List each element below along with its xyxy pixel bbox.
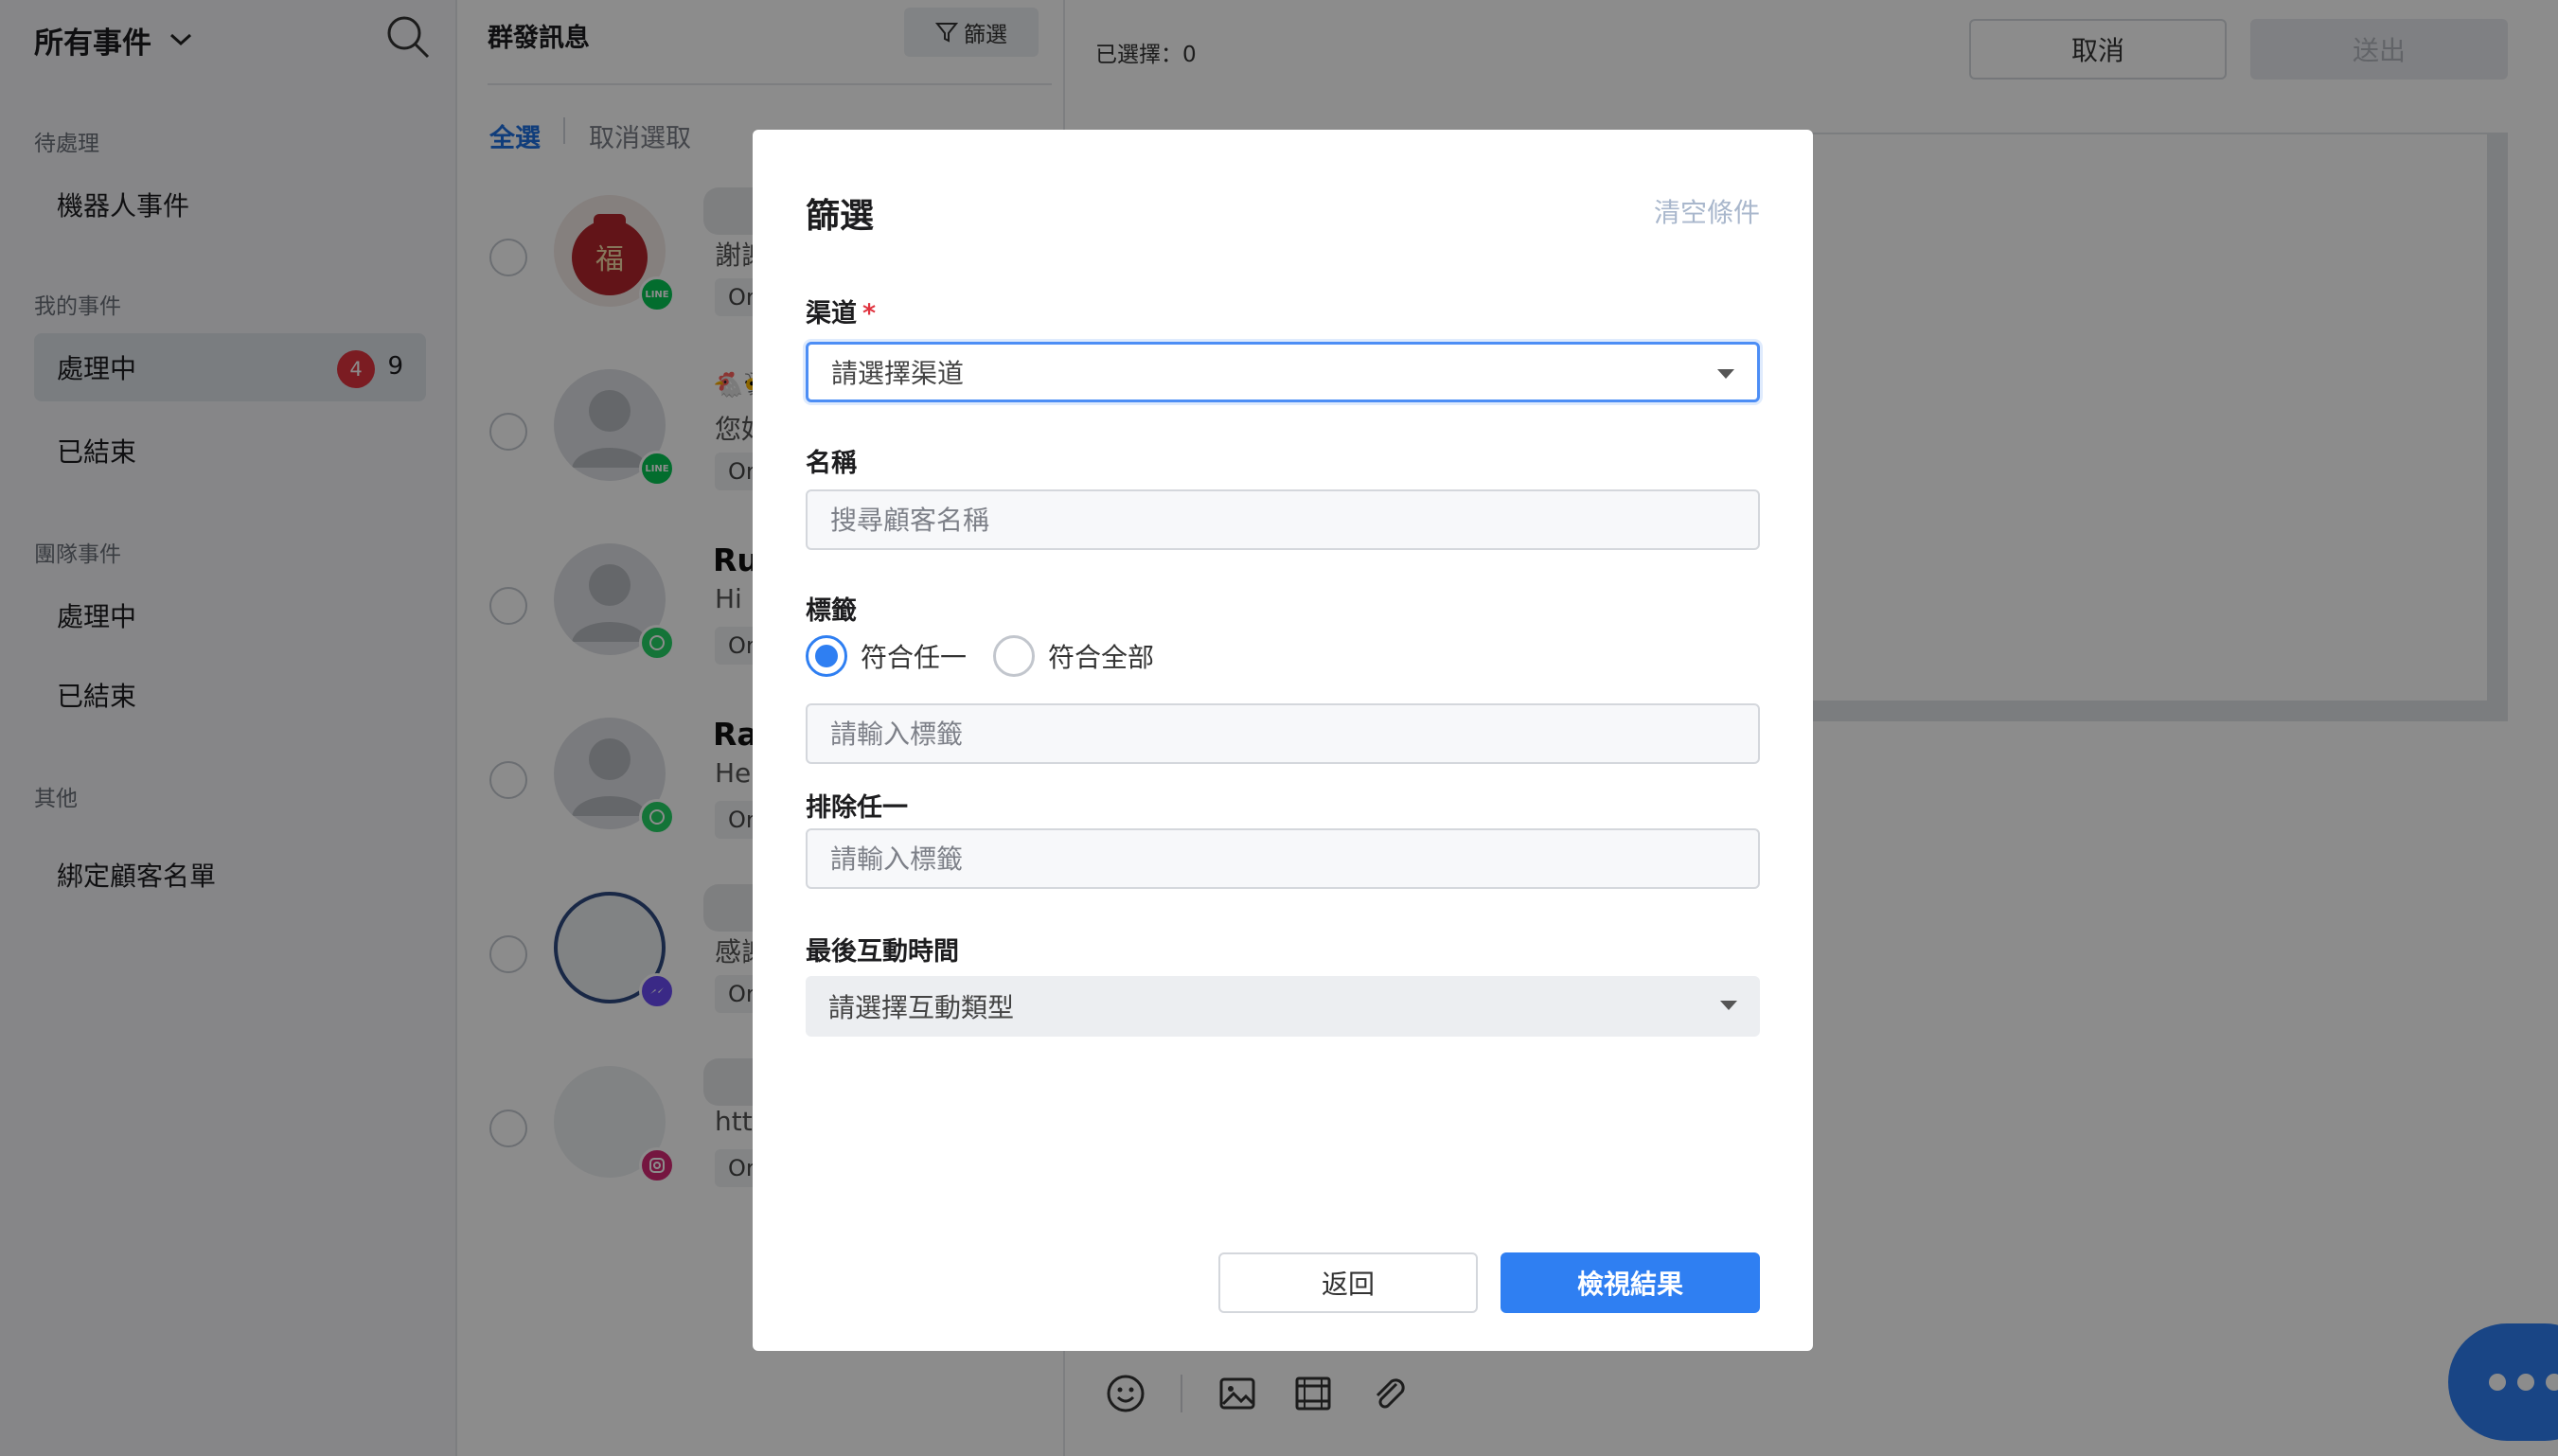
view-results-button[interactable]: 檢視結果 xyxy=(1501,1252,1760,1313)
channel-label: 渠道 * xyxy=(806,293,876,329)
channel-label-text: 渠道 xyxy=(806,299,857,328)
radio-unchecked[interactable] xyxy=(993,635,1036,677)
exclude-tag-input[interactable] xyxy=(806,828,1760,889)
interaction-type-select[interactable]: 請選擇互動類型 xyxy=(806,976,1760,1037)
tag-label: 標籤 xyxy=(806,596,857,626)
tag-input[interactable] xyxy=(806,703,1760,764)
customer-name-input[interactable] xyxy=(806,489,1760,550)
filter-dialog: 篩選 清空條件 渠道* 請選擇渠道 名稱 標籤 符合任一 符合全部 排除任一 最… xyxy=(753,130,1813,1351)
exclude-label: 排除任一 xyxy=(806,793,908,823)
radio-checked[interactable] xyxy=(806,635,847,677)
required-mark: * xyxy=(862,299,877,328)
clear-conditions-link[interactable]: 清空條件 xyxy=(1654,192,1760,230)
tag-match-mode: 符合任一 符合全部 xyxy=(806,635,1154,677)
caret-down-icon xyxy=(1717,369,1734,379)
last-interaction-label: 最後互動時間 xyxy=(806,937,959,967)
caret-down-icon xyxy=(1720,1001,1737,1010)
match-all-label: 符合全部 xyxy=(1048,642,1155,673)
interaction-type-value: 請選擇互動類型 xyxy=(828,992,1015,1023)
name-label: 名稱 xyxy=(806,449,857,478)
match-all-option[interactable]: 符合全部 xyxy=(993,635,1154,677)
back-button[interactable]: 返回 xyxy=(1218,1252,1478,1313)
channel-select-value: 請選擇渠道 xyxy=(831,358,965,389)
match-any-option[interactable]: 符合任一 xyxy=(806,635,967,677)
dialog-title: 篩選 xyxy=(806,197,875,236)
match-any-label: 符合任一 xyxy=(861,642,968,673)
channel-select[interactable]: 請選擇渠道 xyxy=(806,342,1760,402)
